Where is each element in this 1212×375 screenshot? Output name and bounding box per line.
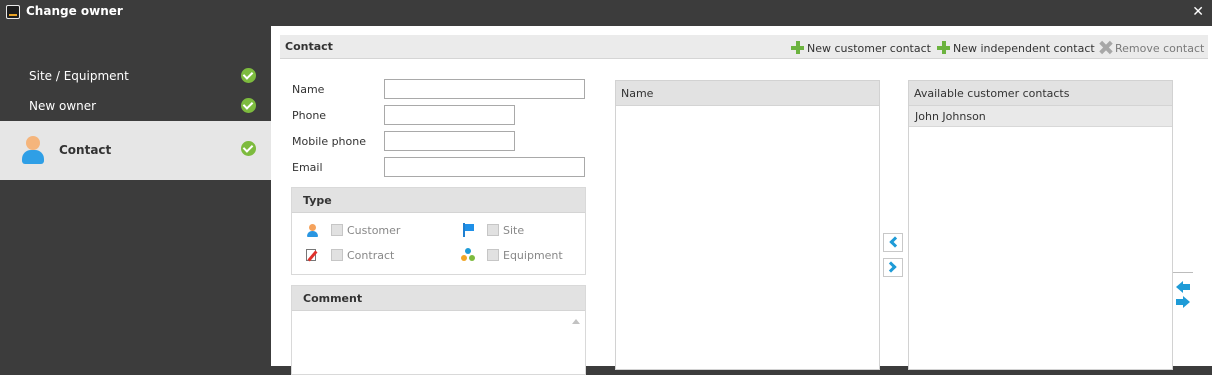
wizard-step-label: New owner: [29, 99, 97, 113]
person-icon: [305, 223, 319, 237]
button-label: New independent contact: [953, 42, 1095, 55]
mobile-phone-field[interactable]: [384, 131, 515, 151]
name-label: Name: [292, 83, 325, 96]
remove-icon: [1099, 41, 1112, 54]
contract-icon: [305, 248, 319, 262]
equipment-checkbox[interactable]: [487, 249, 499, 261]
list-item[interactable]: John Johnson: [909, 106, 1172, 127]
email-field[interactable]: [384, 157, 585, 177]
move-right-button[interactable]: [883, 258, 903, 277]
move-left-button[interactable]: [883, 233, 903, 252]
new-customer-contact-button[interactable]: New customer contact: [791, 41, 931, 55]
arrow-right-icon[interactable]: [1176, 296, 1190, 308]
check-icon: [241, 98, 256, 113]
close-icon[interactable]: ✕: [1192, 4, 1204, 20]
plus-icon: [937, 41, 950, 54]
phone-field[interactable]: [384, 105, 515, 125]
title-bar: Change owner ✕: [0, 0, 1212, 26]
checkbox-label: Equipment: [503, 249, 563, 262]
contract-checkbox[interactable]: [331, 249, 343, 261]
section-title: Contact: [285, 40, 333, 53]
equipment-icon: [461, 248, 475, 262]
comment-group-title: Comment: [292, 286, 585, 311]
email-label: Email: [292, 161, 323, 174]
wizard-step-contact[interactable]: Contact: [0, 121, 271, 180]
wizard-sidebar: Site / Equipment New owner Contact: [0, 26, 271, 366]
plus-icon: [791, 41, 804, 54]
button-label: Remove contact: [1115, 42, 1205, 55]
app-icon: [6, 5, 20, 19]
check-icon: [241, 141, 256, 156]
contact-section-header: Contact New customer contact New indepen…: [280, 35, 1208, 59]
checkbox-label: Customer: [347, 224, 401, 237]
type-group-title: Type: [292, 188, 585, 213]
new-independent-contact-button[interactable]: New independent contact: [937, 41, 1095, 55]
wizard-step-new-owner[interactable]: New owner: [0, 91, 271, 121]
comment-group: Comment: [291, 285, 586, 375]
check-icon: [241, 68, 256, 83]
comment-field[interactable]: [292, 311, 585, 371]
side-panel-toggle: [1173, 272, 1193, 312]
button-label: New customer contact: [807, 42, 931, 55]
type-group: Type Customer Site Contract Equipment: [291, 187, 586, 275]
wizard-step-label: Site / Equipment: [29, 69, 129, 83]
wizard-step-label: Contact: [59, 143, 112, 157]
arrow-left-icon[interactable]: [1176, 281, 1190, 293]
chevron-right-icon: [885, 261, 897, 273]
available-contacts-header[interactable]: Available customer contacts: [909, 81, 1172, 106]
checkbox-label: Site: [503, 224, 525, 237]
chevron-left-icon: [889, 236, 901, 248]
remove-contact-button[interactable]: Remove contact: [1099, 41, 1204, 55]
checkbox-label: Contract: [347, 249, 395, 262]
scroll-up-icon[interactable]: [572, 319, 580, 324]
mobile-phone-label: Mobile phone: [292, 135, 367, 148]
wizard-step-site-equipment[interactable]: Site / Equipment: [0, 61, 271, 91]
main-panel: Contact New customer contact New indepen…: [271, 26, 1212, 375]
person-icon: [22, 136, 44, 164]
phone-label: Phone: [292, 109, 327, 122]
available-contacts-list: Available customer contacts John Johnson: [908, 80, 1173, 370]
name-field[interactable]: [384, 79, 585, 99]
selected-contacts-list: Name: [615, 80, 880, 370]
site-checkbox[interactable]: [487, 224, 499, 236]
flag-icon: [461, 223, 475, 237]
name-column-header[interactable]: Name: [616, 81, 879, 106]
window-title: Change owner: [26, 4, 123, 18]
customer-checkbox[interactable]: [331, 224, 343, 236]
